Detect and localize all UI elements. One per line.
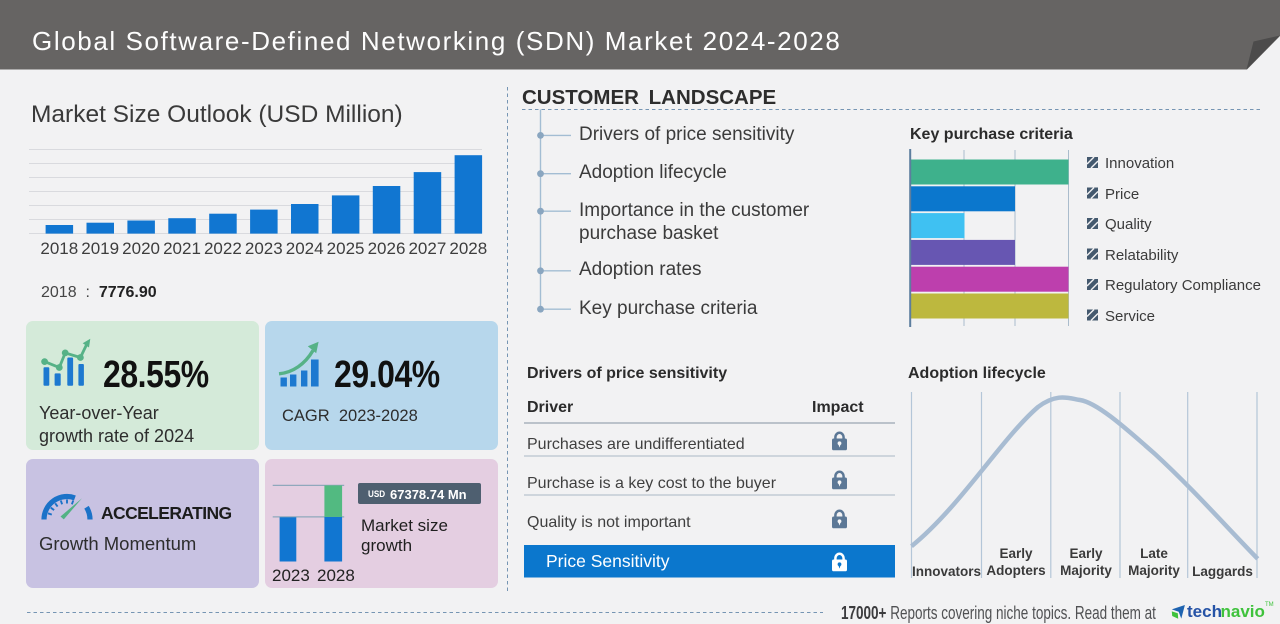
svg-text:tech: tech	[1187, 602, 1222, 621]
svg-text:TM: TM	[1265, 602, 1274, 608]
svg-text:navio: navio	[1221, 602, 1265, 621]
